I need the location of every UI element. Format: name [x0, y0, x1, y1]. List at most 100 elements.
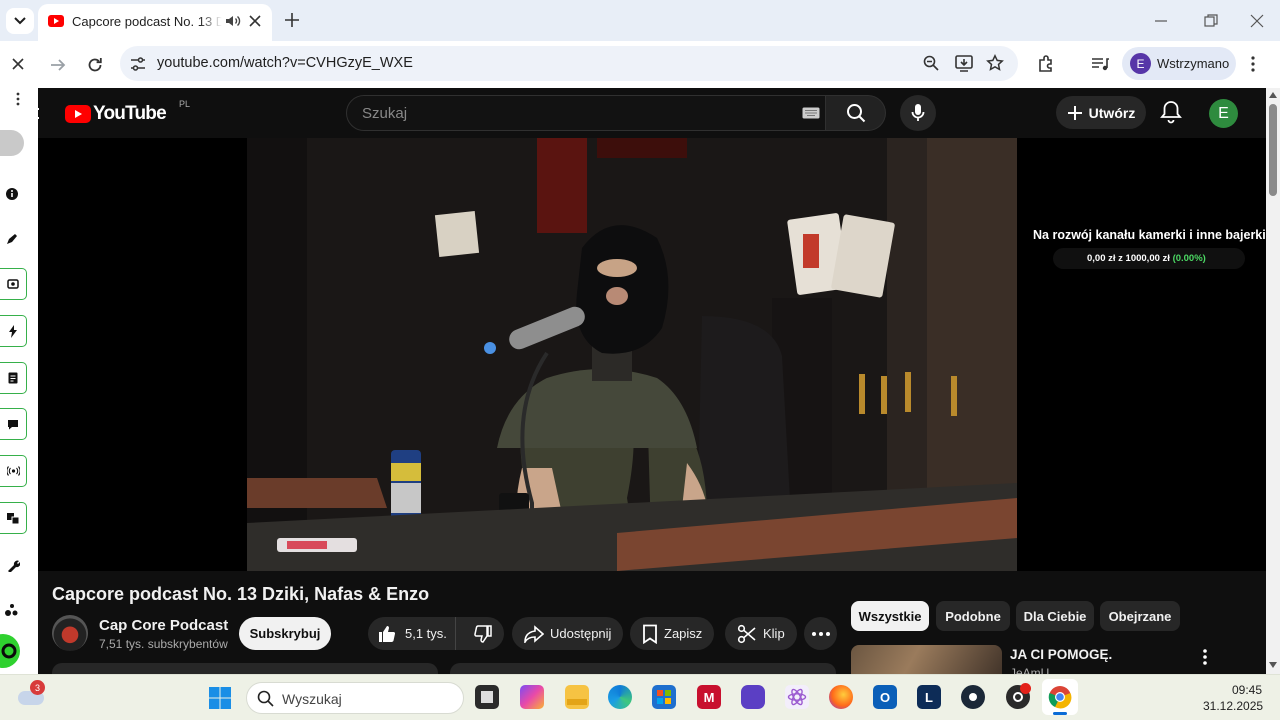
panel-notes-button[interactable]: [0, 362, 27, 394]
pen-icon[interactable]: [5, 232, 19, 246]
extensions-puzzle-icon[interactable]: [1036, 54, 1056, 74]
chrome-active-indicator: [1053, 712, 1067, 715]
recommendation-channel[interactable]: JeAmU: [1010, 666, 1049, 674]
panel-translate-button[interactable]: [0, 502, 27, 534]
apps-cluster-icon[interactable]: [4, 602, 19, 617]
broadcast-icon: [6, 466, 20, 476]
assistant-launch-button[interactable]: [0, 634, 20, 668]
scroll-up-arrow-icon[interactable]: [1269, 92, 1277, 98]
chip-for-you[interactable]: Dla Ciebie: [1016, 601, 1094, 631]
site-info-tune-icon[interactable]: [129, 55, 147, 73]
guide-menu-icon[interactable]: [38, 108, 39, 119]
panel-menu-icon[interactable]: [15, 92, 21, 106]
clip-button[interactable]: Klip: [725, 617, 797, 650]
start-button[interactable]: [208, 686, 232, 710]
panel-flash-button[interactable]: [0, 315, 27, 347]
save-button[interactable]: Zapisz: [630, 617, 715, 650]
account-avatar[interactable]: E: [1209, 99, 1238, 128]
keyboard-icon[interactable]: [802, 107, 820, 119]
profile-chip[interactable]: E Wstrzymano: [1122, 47, 1236, 80]
like-button[interactable]: 5,1 tys.: [368, 617, 457, 650]
voice-search-button[interactable]: [900, 95, 936, 131]
recommendation-title[interactable]: JA CI POMOGĘ.: [1010, 647, 1112, 662]
l-app-icon[interactable]: L: [917, 685, 941, 709]
video-frame[interactable]: [247, 138, 1017, 571]
thumbs-up-icon: [379, 625, 396, 642]
outlook-icon[interactable]: O: [873, 685, 897, 709]
speaker-icon[interactable]: [224, 12, 242, 30]
steam-icon[interactable]: [961, 685, 985, 709]
subscriber-count: 7,51 tys. subskrybentów: [99, 637, 228, 651]
channel-avatar[interactable]: [52, 615, 88, 651]
file-explorer-icon[interactable]: [565, 685, 589, 709]
microsoft-store-icon[interactable]: [652, 685, 676, 709]
recommendation-menu-icon[interactable]: [1202, 648, 1208, 666]
clock-time[interactable]: 09:45: [1232, 683, 1262, 697]
search-button[interactable]: [826, 95, 886, 131]
tab-close-icon[interactable]: [246, 12, 264, 30]
panel-tools-button[interactable]: [0, 549, 27, 581]
like-count: 5,1 tys.: [405, 626, 447, 641]
store-grid-icon: [657, 690, 671, 704]
taskbar-search-icon: [257, 690, 274, 707]
weather-widget[interactable]: 3: [18, 680, 46, 707]
scrollbar-thumb[interactable]: [1269, 104, 1277, 196]
chip-related[interactable]: Podobne: [936, 601, 1010, 631]
edge-browser-icon[interactable]: [608, 685, 632, 709]
comments-panel[interactable]: [450, 663, 836, 674]
chip-watched[interactable]: Obejrzane: [1100, 601, 1180, 631]
bookmark-star-icon[interactable]: [986, 54, 1004, 72]
panel-screenshot-button[interactable]: [0, 268, 27, 300]
reload-icon[interactable]: [85, 55, 105, 75]
panel-chat-button[interactable]: [0, 408, 27, 440]
page-scrollbar[interactable]: [1266, 88, 1280, 674]
mcafee-icon[interactable]: M: [697, 685, 721, 709]
search-input[interactable]: [346, 95, 826, 131]
clock-date[interactable]: 31.12.2025: [1203, 699, 1263, 713]
description-panel[interactable]: [52, 663, 438, 674]
save-label: Zapisz: [664, 626, 703, 641]
info-icon[interactable]: [5, 187, 19, 201]
vpn-shield-icon[interactable]: [741, 685, 765, 709]
video-player[interactable]: Na rozwój kanału kamerki i inne bajerki …: [38, 138, 1266, 571]
taskbar-search-box[interactable]: Wyszukaj: [246, 682, 464, 714]
create-button[interactable]: Utwórz: [1056, 96, 1146, 129]
copilot-icon[interactable]: [520, 685, 544, 709]
share-button[interactable]: Udostępnij: [512, 617, 624, 650]
address-bar[interactable]: youtube.com/watch?v=CVHGzyE_WXE: [120, 46, 1018, 81]
install-app-icon[interactable]: [954, 54, 974, 72]
kebab-menu-icon[interactable]: [1250, 55, 1256, 73]
media-control-icon[interactable]: [1090, 54, 1110, 74]
share-label: Udostępnij: [550, 626, 612, 641]
more-actions-button[interactable]: [804, 617, 837, 650]
tab-search-dropdown[interactable]: [6, 8, 34, 34]
window-close-icon[interactable]: [1248, 12, 1266, 30]
channel-name[interactable]: Cap Core Podcast: [99, 617, 228, 634]
dislike-button[interactable]: [462, 617, 504, 650]
youtube-play-logo-icon: [65, 105, 91, 123]
panel-close-icon[interactable]: [11, 57, 25, 71]
document-icon: [8, 372, 18, 384]
screenshot-icon: [7, 279, 19, 289]
translate-icon: [7, 513, 19, 524]
firefox-icon[interactable]: [829, 685, 853, 709]
browser-tab-active[interactable]: Capcore podcast No. 13 Dziki, Nafas & En…: [38, 4, 272, 41]
task-view-icon[interactable]: [475, 685, 499, 709]
youtube-favicon-icon: [48, 15, 64, 27]
notifications-bell-icon[interactable]: [1158, 99, 1184, 125]
recommendation-thumbnail[interactable]: [851, 645, 1002, 674]
forward-arrow-icon[interactable]: [48, 55, 68, 75]
zoom-icon[interactable]: [922, 54, 940, 72]
restore-icon[interactable]: [1202, 12, 1220, 30]
assistant-ring-icon: [1, 643, 17, 659]
new-tab-plus-icon[interactable]: [282, 10, 302, 30]
chrome-taskbar-button[interactable]: [1042, 679, 1078, 715]
chip-all[interactable]: Wszystkie: [851, 601, 929, 631]
minimize-icon[interactable]: [1152, 12, 1170, 30]
panel-broadcast-button[interactable]: [0, 455, 27, 487]
subscribe-button[interactable]: Subskrybuj: [239, 617, 331, 650]
scroll-down-arrow-icon[interactable]: [1269, 662, 1277, 668]
panel-user-avatar[interactable]: [0, 130, 24, 156]
donation-amounts: 0,00 zł z 1000,00 zł: [1087, 253, 1170, 264]
react-atom-icon[interactable]: [785, 685, 809, 709]
